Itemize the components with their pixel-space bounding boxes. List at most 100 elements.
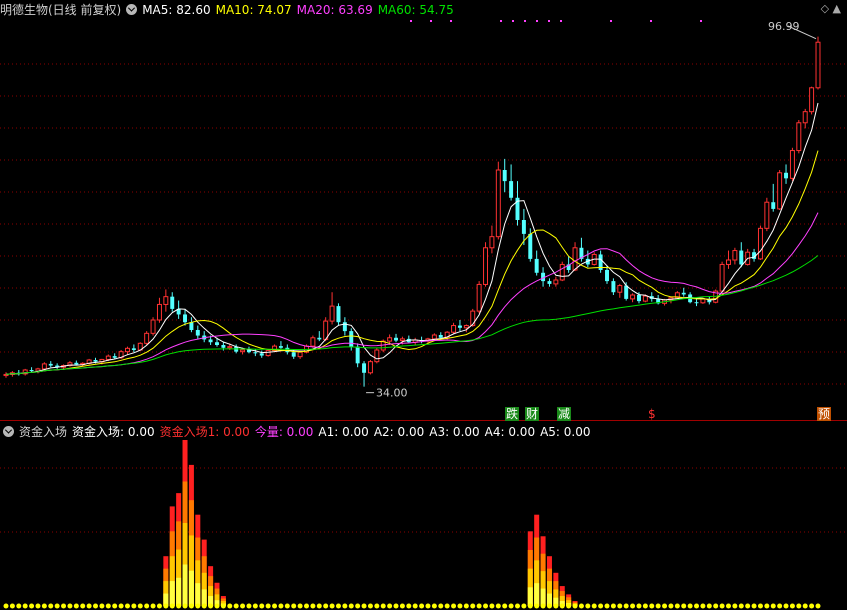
baseline-dot — [329, 603, 335, 609]
candle-down — [29, 370, 34, 372]
baseline-dot — [310, 603, 316, 609]
baseline-dot — [527, 603, 533, 609]
ma20-label: MA20: 63.69 — [296, 3, 373, 17]
candle-down — [362, 363, 367, 373]
baseline-dot — [566, 603, 572, 609]
candle-up — [757, 227, 763, 260]
baseline-dot — [150, 603, 156, 609]
baseline-dot — [706, 603, 712, 609]
fund-bar — [182, 564, 188, 606]
signal-dot — [410, 20, 412, 22]
candle-up — [489, 236, 495, 249]
baseline-dot — [208, 603, 214, 609]
candle-up — [559, 263, 565, 281]
candle-up — [105, 355, 111, 360]
candle-up — [265, 350, 271, 357]
baseline-dot — [227, 603, 233, 609]
candle-down — [278, 346, 283, 348]
candle-down — [221, 345, 226, 348]
candle-up — [476, 283, 482, 312]
candle-down — [183, 314, 188, 323]
candle-up — [163, 296, 169, 305]
baseline-dot — [93, 603, 99, 609]
candle-down — [259, 353, 264, 356]
fund-bar — [176, 577, 182, 606]
chart-canvas[interactable]: 34.00 96.99 — [0, 0, 847, 610]
fund-bar — [195, 583, 201, 606]
signal-dot — [500, 20, 502, 22]
candle-up — [630, 294, 636, 300]
baseline-dot — [41, 603, 47, 609]
indicator-value-2: 今量: 0.00 — [254, 425, 314, 439]
fund-bar — [534, 583, 540, 606]
event-badge-2[interactable]: 减 — [557, 407, 572, 421]
baseline-dot — [252, 603, 258, 609]
candle-up — [764, 201, 770, 229]
baseline-dot — [278, 603, 284, 609]
baseline-dot — [54, 603, 60, 609]
candle-down — [771, 202, 776, 209]
ma60-line — [5, 255, 819, 375]
candle-up — [572, 247, 578, 271]
baseline-dot — [719, 603, 725, 609]
baseline-dot — [655, 603, 661, 609]
candle-up — [463, 325, 469, 329]
candle-down — [739, 250, 744, 265]
baseline-dot — [323, 603, 329, 609]
candle-up — [777, 172, 783, 210]
event-badge-1[interactable]: 财 — [525, 407, 540, 421]
chart-corner-icons[interactable]: ◇ ▲ — [821, 2, 841, 15]
candle-up — [374, 349, 380, 363]
baseline-dot — [259, 603, 265, 609]
baseline-dot — [163, 603, 169, 609]
candle-down — [170, 296, 175, 309]
baseline-dot — [777, 603, 783, 609]
candle-down — [624, 285, 629, 299]
baseline-dot — [419, 603, 425, 609]
baseline-dot — [681, 603, 687, 609]
baseline-dot — [431, 603, 437, 609]
candle-up — [796, 122, 802, 152]
baseline-dot — [399, 603, 405, 609]
baseline-dot — [789, 603, 795, 609]
baseline-dot — [240, 603, 246, 609]
baseline-dot — [809, 603, 815, 609]
candle-down — [502, 170, 507, 182]
candle-down — [317, 337, 322, 340]
event-badge-0[interactable]: 跌 — [505, 407, 520, 421]
baseline-dot — [144, 603, 150, 609]
chart-options-dropdown[interactable] — [126, 4, 138, 15]
ma5-line — [5, 102, 819, 375]
candle-up — [726, 259, 731, 265]
baseline-dot — [546, 603, 552, 609]
candle-up — [815, 41, 821, 89]
baseline-dot — [674, 603, 680, 609]
baseline-dot — [636, 603, 642, 609]
candle-up — [227, 346, 233, 349]
indicator-name: 资金入场 — [19, 425, 68, 439]
candle-up — [367, 361, 373, 374]
ma10-line — [5, 150, 819, 375]
baseline-dot — [272, 603, 278, 609]
baseline-dot — [623, 603, 629, 609]
baseline-dot — [220, 603, 226, 609]
candle-up — [150, 319, 156, 334]
baseline-dot — [284, 603, 290, 609]
event-badge-4[interactable]: 预 — [817, 407, 832, 421]
candle-up — [431, 334, 437, 340]
indicator-value-7: A5: 0.00 — [540, 425, 591, 439]
signal-dot — [450, 20, 452, 22]
baseline-dot — [438, 603, 444, 609]
indicator-options-dropdown[interactable] — [3, 426, 14, 437]
high-price-label: 96.99 — [768, 20, 800, 33]
baseline-dot — [585, 603, 591, 609]
baseline-dot — [195, 603, 201, 609]
baseline-dot — [451, 603, 457, 609]
candle-down — [636, 295, 641, 302]
event-badge-3[interactable]: $ — [647, 407, 657, 421]
candle-down — [694, 302, 699, 304]
baseline-dot — [610, 603, 616, 609]
indicator-value-5: A3: 0.00 — [429, 425, 480, 439]
baseline-dot — [425, 603, 431, 609]
baseline-dot — [751, 603, 757, 609]
